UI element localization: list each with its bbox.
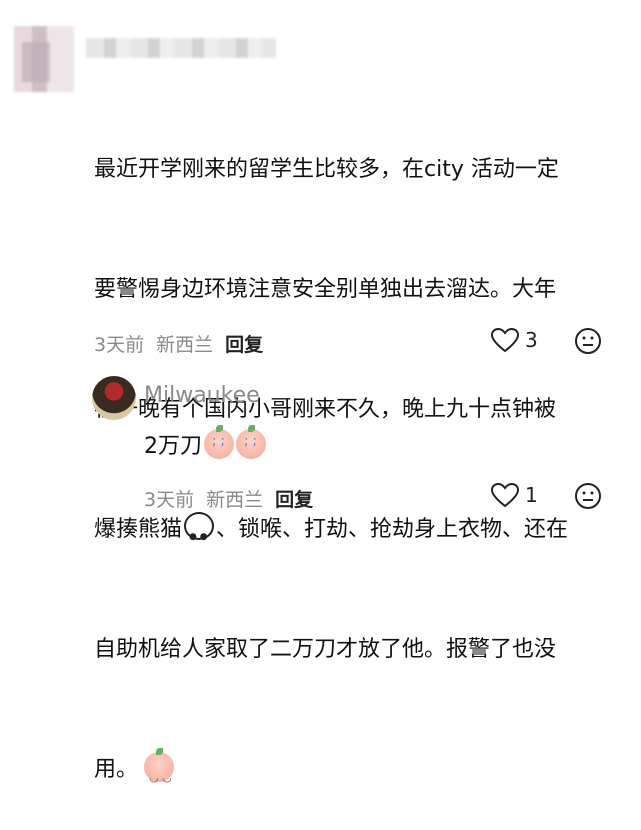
reply-meta: 3天前 新西兰 回复 <box>144 485 325 512</box>
reply-text: 2万刀 <box>144 425 266 460</box>
comment-line-4b: 、锁喉、打劫、抢劫身上衣物、还在 <box>216 517 569 542</box>
comment-location: 新西兰 <box>156 334 214 356</box>
reply-reply-button[interactable]: 回复 <box>275 485 313 512</box>
panda-icon <box>184 512 215 557</box>
comment-line-1: 最近开学刚来的留学生比较多，在city 活动一定 <box>94 157 559 182</box>
reply-location: 新西兰 <box>206 489 264 511</box>
comment-like-count: 3 <box>525 328 538 352</box>
reply-avatar[interactable] <box>92 376 136 420</box>
comment-line-5: 自助机给人家取了二万刀才放了他。报警了也没 <box>94 637 557 662</box>
peach-face-emoji <box>144 748 175 798</box>
reply-text-content: 2万刀 <box>144 434 202 459</box>
reply-time: 3天前 <box>144 489 195 511</box>
comment-reply-button[interactable]: 回复 <box>225 330 263 357</box>
comment-time: 3天前 <box>94 334 145 356</box>
comment-line-2: 要警惕身边环境注意安全别单独出去溜达。大年 <box>94 277 557 302</box>
crying-peach-emoji <box>204 425 234 459</box>
reply-heart-outline-icon[interactable] <box>490 482 520 508</box>
unhappy-face-icon[interactable] <box>574 327 602 355</box>
reply-username[interactable]: Milwaukee <box>144 383 260 408</box>
comment-avatar[interactable] <box>14 26 74 92</box>
reply-unhappy-face-icon[interactable] <box>574 482 602 510</box>
reply-like-count: 1 <box>525 483 538 507</box>
comment-line-6: 用。 <box>94 748 614 798</box>
comment-username-blurred[interactable] <box>86 38 276 58</box>
comment-meta: 3天前 新西兰 回复 <box>94 330 275 357</box>
comment-line-4a: 爆揍熊猫 <box>94 517 183 542</box>
heart-outline-icon[interactable] <box>490 327 520 353</box>
comment-line-4: 爆揍熊猫 、锁喉、打劫、抢劫身上衣物、还在 <box>94 510 614 557</box>
comment-line-6-text: 用。 <box>94 757 139 782</box>
crying-peach-emoji-2 <box>236 425 266 459</box>
